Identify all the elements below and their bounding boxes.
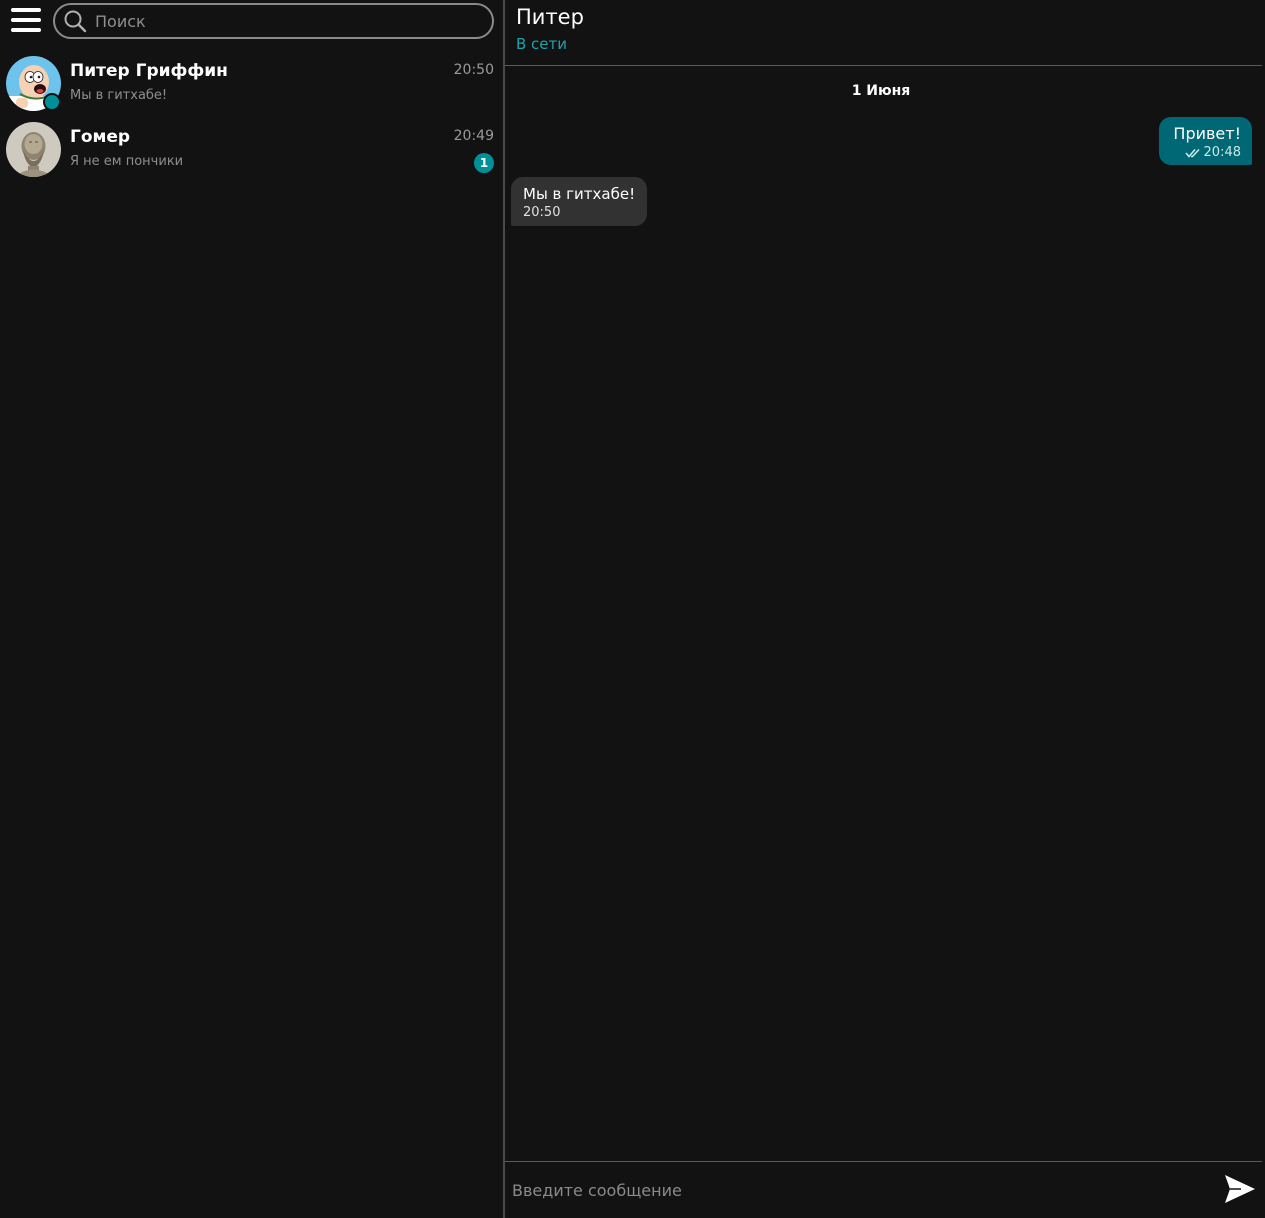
menu-icon[interactable] <box>10 6 42 34</box>
chat-panel: Питер В сети 1 Июня Привет! 20:48 Мы в г… <box>505 0 1265 1218</box>
message-composer <box>505 1162 1265 1218</box>
chat-item-peter[interactable]: Питер Гриффин Мы в гитхабе! 20:50 <box>0 50 503 116</box>
double-check-icon <box>1184 148 1200 158</box>
outgoing-message[interactable]: Привет! 20:48 <box>1159 117 1252 165</box>
message-time: 20:48 <box>1203 145 1241 160</box>
search-icon <box>64 10 87 33</box>
chat-time: 20:49 <box>453 128 494 144</box>
send-button[interactable] <box>1223 1172 1257 1206</box>
search-input[interactable] <box>95 11 492 31</box>
chat-name: Гомер <box>70 127 131 147</box>
sidebar: Питер Гриффин Мы в гитхабе! 20:50 <box>0 0 503 1218</box>
chat-name: Питер Гриффин <box>70 61 228 81</box>
message-time: 20:50 <box>523 205 561 220</box>
header-divider <box>505 65 1262 66</box>
unread-badge: 1 <box>474 153 494 173</box>
chat-title[interactable]: Питер <box>516 5 584 29</box>
homer-bust-avatar-icon <box>6 122 61 177</box>
avatar <box>6 122 61 177</box>
date-separator: 1 Июня <box>851 83 911 99</box>
chat-item-homer[interactable]: Гомер Я не ем пончики 20:49 1 <box>0 116 503 182</box>
search-box[interactable] <box>53 3 494 39</box>
chat-last-message: Я не ем пончики <box>70 154 184 169</box>
incoming-message[interactable]: Мы в гитхабе! 20:50 <box>511 177 648 226</box>
chat-list: Питер Гриффин Мы в гитхабе! 20:50 Гомер … <box>0 50 503 182</box>
menu-line <box>11 28 41 32</box>
message-text: Привет! <box>1173 124 1241 143</box>
message-input[interactable] <box>512 1176 1202 1204</box>
chat-last-message: Мы в гитхабе! <box>70 88 168 103</box>
message-meta: 20:48 <box>1173 145 1241 160</box>
send-icon <box>1225 1175 1255 1203</box>
chat-time: 20:50 <box>453 62 494 78</box>
menu-line <box>11 18 41 22</box>
menu-line <box>11 8 41 12</box>
messenger-app: Питер Гриффин Мы в гитхабе! 20:50 <box>0 0 1265 1218</box>
online-indicator <box>43 93 61 111</box>
online-status: В сети <box>516 35 568 53</box>
message-text: Мы в гитхабе! <box>523 185 636 203</box>
